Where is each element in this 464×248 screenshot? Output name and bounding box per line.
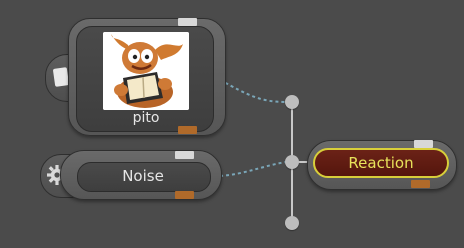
connection-pito-to-hub: [219, 79, 287, 103]
clip-icon: [52, 67, 70, 87]
noise-output-port[interactable]: [175, 191, 194, 199]
pito-thumbnail: [103, 32, 189, 110]
pito-output-port[interactable]: [178, 126, 197, 134]
connection-noise-to-hub: [219, 161, 287, 177]
noise-input-port[interactable]: [175, 151, 194, 159]
pito-input-port[interactable]: [178, 18, 197, 26]
reaction-input-port[interactable]: [414, 140, 433, 148]
character-thumbnail-icon: [103, 32, 189, 110]
connection-hub-top[interactable]: [285, 95, 299, 109]
noise-node-label: Noise: [122, 167, 164, 185]
reaction-output-port[interactable]: [411, 180, 430, 188]
connection-hub-middle[interactable]: [285, 155, 299, 169]
pito-node-label: pito: [132, 110, 160, 126]
reaction-node-label: Reaction: [348, 154, 414, 172]
connection-hub-bottom[interactable]: [285, 216, 299, 230]
